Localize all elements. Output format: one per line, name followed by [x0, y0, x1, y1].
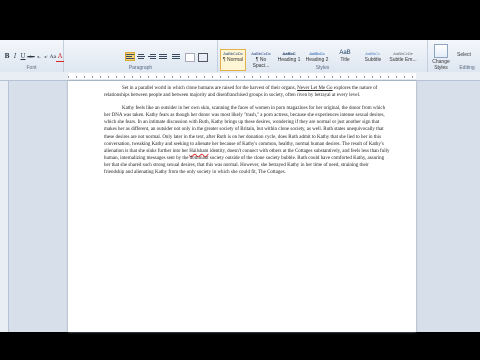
paragraph-2-text: Kathy feels like an outsider in her own … [104, 106, 386, 154]
ruler-tick [356, 76, 357, 78]
style-name: Subtle Em... [389, 57, 417, 63]
styles-group: AaBbCcDc ¶ Normal AaBbCcDc ¶ No Spaci... A… [218, 40, 428, 72]
spelling-error-word[interactable]: Hailsham [189, 149, 208, 154]
ruler-tick [300, 76, 301, 78]
paragraph-group-label: Paragraph [128, 65, 153, 71]
style-preview: AaBbC [282, 51, 296, 56]
style-preview: AaBbCc [309, 51, 325, 56]
ruler-tick [324, 76, 325, 78]
editing-group: Select Editing [454, 40, 480, 72]
ruler-tick [116, 76, 117, 78]
style-preview: AaBbCcDc [223, 51, 243, 56]
change-styles-icon [434, 44, 448, 58]
ruler-tick [132, 76, 133, 78]
bold-button[interactable]: B [3, 53, 11, 61]
ruler-tick [252, 76, 253, 78]
ruler-tick [180, 76, 181, 78]
ruler-tick [140, 76, 141, 78]
ruler-tick [284, 76, 285, 78]
underline-button[interactable]: U [19, 53, 27, 61]
ruler-tick [316, 76, 317, 78]
italic-button[interactable]: I [11, 53, 19, 61]
editing-group-label: Editing [459, 65, 475, 71]
style-name: Title [340, 57, 350, 63]
ruler-tick [404, 76, 405, 78]
book-title: Never Let Me Go [297, 86, 333, 91]
ruler-tick [364, 76, 365, 78]
paragraph-1[interactable]: Set in a parallel world in which clone h… [104, 85, 390, 99]
style-preview: AaBbCc. [365, 51, 381, 56]
ruler-tick [76, 76, 77, 78]
ruler-tick [372, 76, 373, 78]
style-name: Heading 2 [305, 57, 329, 63]
horizontal-ruler[interactable] [0, 72, 480, 81]
borders-icon[interactable] [198, 53, 208, 62]
ruler-tick [260, 76, 261, 78]
ruler-tick [156, 76, 157, 78]
ruler-tick [124, 76, 125, 78]
style-name: ¶ Normal [222, 57, 244, 63]
ruler-tick [172, 76, 173, 78]
ruler-tick [148, 76, 149, 78]
paragraph-1-intro: Set in a parallel world in which clone h… [122, 86, 298, 91]
ruler-tick [332, 76, 333, 78]
ruler-tick [236, 76, 237, 78]
style-preview: AaBbCcDe [393, 51, 413, 56]
ruler-tick [196, 76, 197, 78]
paragraph-group: Paragraph [64, 40, 218, 72]
ruler-tick [412, 76, 413, 78]
ruler-tick [100, 76, 101, 78]
ruler-tick [220, 76, 221, 78]
justify-icon[interactable] [159, 53, 167, 60]
change-styles-button[interactable]: Change Styles [428, 44, 454, 71]
align-left-icon[interactable] [125, 52, 135, 61]
ribbon: B I U abe x, x' Aa A Font Paragraph AaBb… [0, 40, 480, 73]
ruler-tick [164, 76, 165, 78]
ruler-tick [108, 76, 109, 78]
ruler-tick [396, 76, 397, 78]
font-group: B I U abe x, x' Aa A Font [0, 40, 64, 72]
document-body[interactable]: Set in a parallel world in which clone h… [104, 85, 390, 182]
style-name: Heading 1 [277, 57, 301, 63]
ruler-tick [188, 76, 189, 78]
ruler-tick [228, 76, 229, 78]
ruler-tick [348, 76, 349, 78]
shading-icon[interactable] [185, 53, 195, 62]
strikethrough-button[interactable]: abe [27, 53, 35, 61]
ruler-tick [212, 76, 213, 78]
ruler-tick [68, 76, 69, 78]
style-preview: AaBbCcDc [251, 51, 271, 56]
document-page[interactable]: Set in a parallel world in which clone h… [68, 81, 416, 332]
font-color-button[interactable]: A [56, 53, 64, 62]
ruler-page-area [68, 73, 416, 79]
ruler-tick [388, 76, 389, 78]
align-right-icon[interactable] [148, 53, 156, 60]
paragraph-2[interactable]: Kathy feels like an outsider in her own … [104, 105, 390, 176]
ruler-tick [204, 76, 205, 78]
style-name: Subtitle [364, 57, 382, 63]
align-center-icon[interactable] [137, 53, 145, 60]
vertical-ruler[interactable] [0, 81, 9, 332]
ruler-tick [380, 76, 381, 78]
ruler-tick [276, 76, 277, 78]
ruler-tick [308, 76, 309, 78]
styles-group-label: Styles [315, 65, 330, 71]
select-button[interactable]: Select [457, 52, 471, 58]
ruler-tick [268, 76, 269, 78]
font-group-label: Font [26, 65, 37, 71]
ruler-tick [244, 76, 245, 78]
ruler-tick [340, 76, 341, 78]
ruler-tick [84, 76, 85, 78]
style-preview: AaB [339, 50, 351, 56]
ruler-tick [292, 76, 293, 78]
line-spacing-icon[interactable] [172, 53, 180, 60]
ruler-tick [92, 76, 93, 78]
change-styles-label: Change Styles [432, 59, 450, 71]
